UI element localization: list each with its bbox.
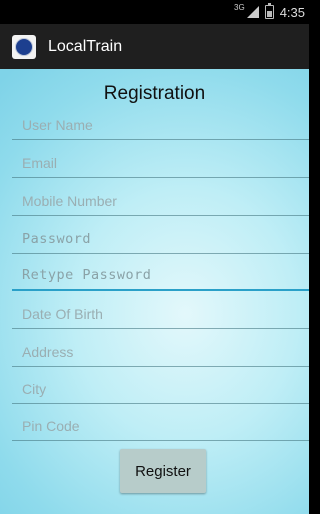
page-title: Registration xyxy=(103,83,206,104)
app-title: LocalTrain xyxy=(48,37,123,55)
email-field[interactable] xyxy=(12,148,309,178)
status-bar: 3G 4:35 xyxy=(0,0,309,24)
password-field[interactable] xyxy=(12,224,309,254)
pin-code-field[interactable] xyxy=(12,411,309,441)
register-button[interactable]: Register xyxy=(120,449,206,493)
irctc-logo-icon[interactable] xyxy=(12,34,36,59)
registration-form: Registration Register xyxy=(0,69,309,514)
username-field[interactable] xyxy=(12,110,309,140)
network-type-label: 3G xyxy=(234,2,245,12)
address-field[interactable] xyxy=(12,337,309,367)
signal-icon xyxy=(246,6,259,18)
retype-password-field[interactable] xyxy=(12,261,309,291)
status-icons: 3G 4:35 xyxy=(234,3,305,21)
battery-icon xyxy=(264,3,274,19)
date-of-birth-field[interactable] xyxy=(12,299,309,329)
action-bar: LocalTrain xyxy=(0,24,309,69)
mobile-number-field[interactable] xyxy=(12,186,309,216)
clock-time: 4:35 xyxy=(279,4,305,20)
city-field[interactable] xyxy=(12,374,309,404)
